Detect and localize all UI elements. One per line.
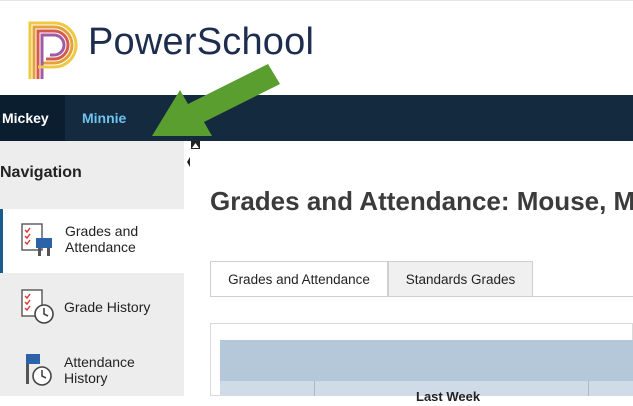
- grade-history-icon: [21, 289, 54, 324]
- student-bar: Mickey Minnie: [0, 95, 633, 141]
- attendance-history-icon: [26, 354, 52, 386]
- column-divider: [588, 381, 589, 396]
- brand-name: PowerSchool: [88, 21, 315, 63]
- tab-grades-and-attendance[interactable]: Grades and Attendance: [210, 261, 388, 297]
- sidebar-item-attendance-history[interactable]: Attendance History: [0, 342, 184, 406]
- navigation-title: Navigation: [0, 164, 82, 181]
- tab-standards-grades[interactable]: Standards Grades: [388, 261, 533, 297]
- student-tab-minnie[interactable]: Minnie: [82, 95, 126, 141]
- sidebar-item-label-line1: Attendance: [64, 354, 135, 370]
- sidebar-item-label-line2: History: [64, 370, 108, 386]
- sidebar-item-label-line1: Grades and: [65, 223, 139, 239]
- page-title: Grades and Attendance: Mouse, Mi: [210, 186, 633, 216]
- header: PowerSchool: [0, 0, 633, 96]
- sidebar-item-grades-and-attendance[interactable]: Grades and Attendance: [0, 209, 184, 273]
- column-header-last-week: Last Week: [416, 389, 481, 404]
- green-arrow-icon: [152, 64, 280, 136]
- column-divider: [314, 381, 315, 396]
- grades-attendance-icon: [21, 223, 52, 256]
- student-tab-mickey[interactable]: Mickey: [0, 95, 65, 141]
- sidebar-item-grade-history[interactable]: Grade History: [0, 276, 184, 340]
- sidebar-item-label: Grade History: [64, 299, 151, 315]
- sidebar-item-label-line2: Attendance: [65, 239, 136, 255]
- powerschool-logo-icon: [28, 21, 78, 79]
- table-header: [220, 340, 633, 381]
- tab-divider: [210, 296, 633, 297]
